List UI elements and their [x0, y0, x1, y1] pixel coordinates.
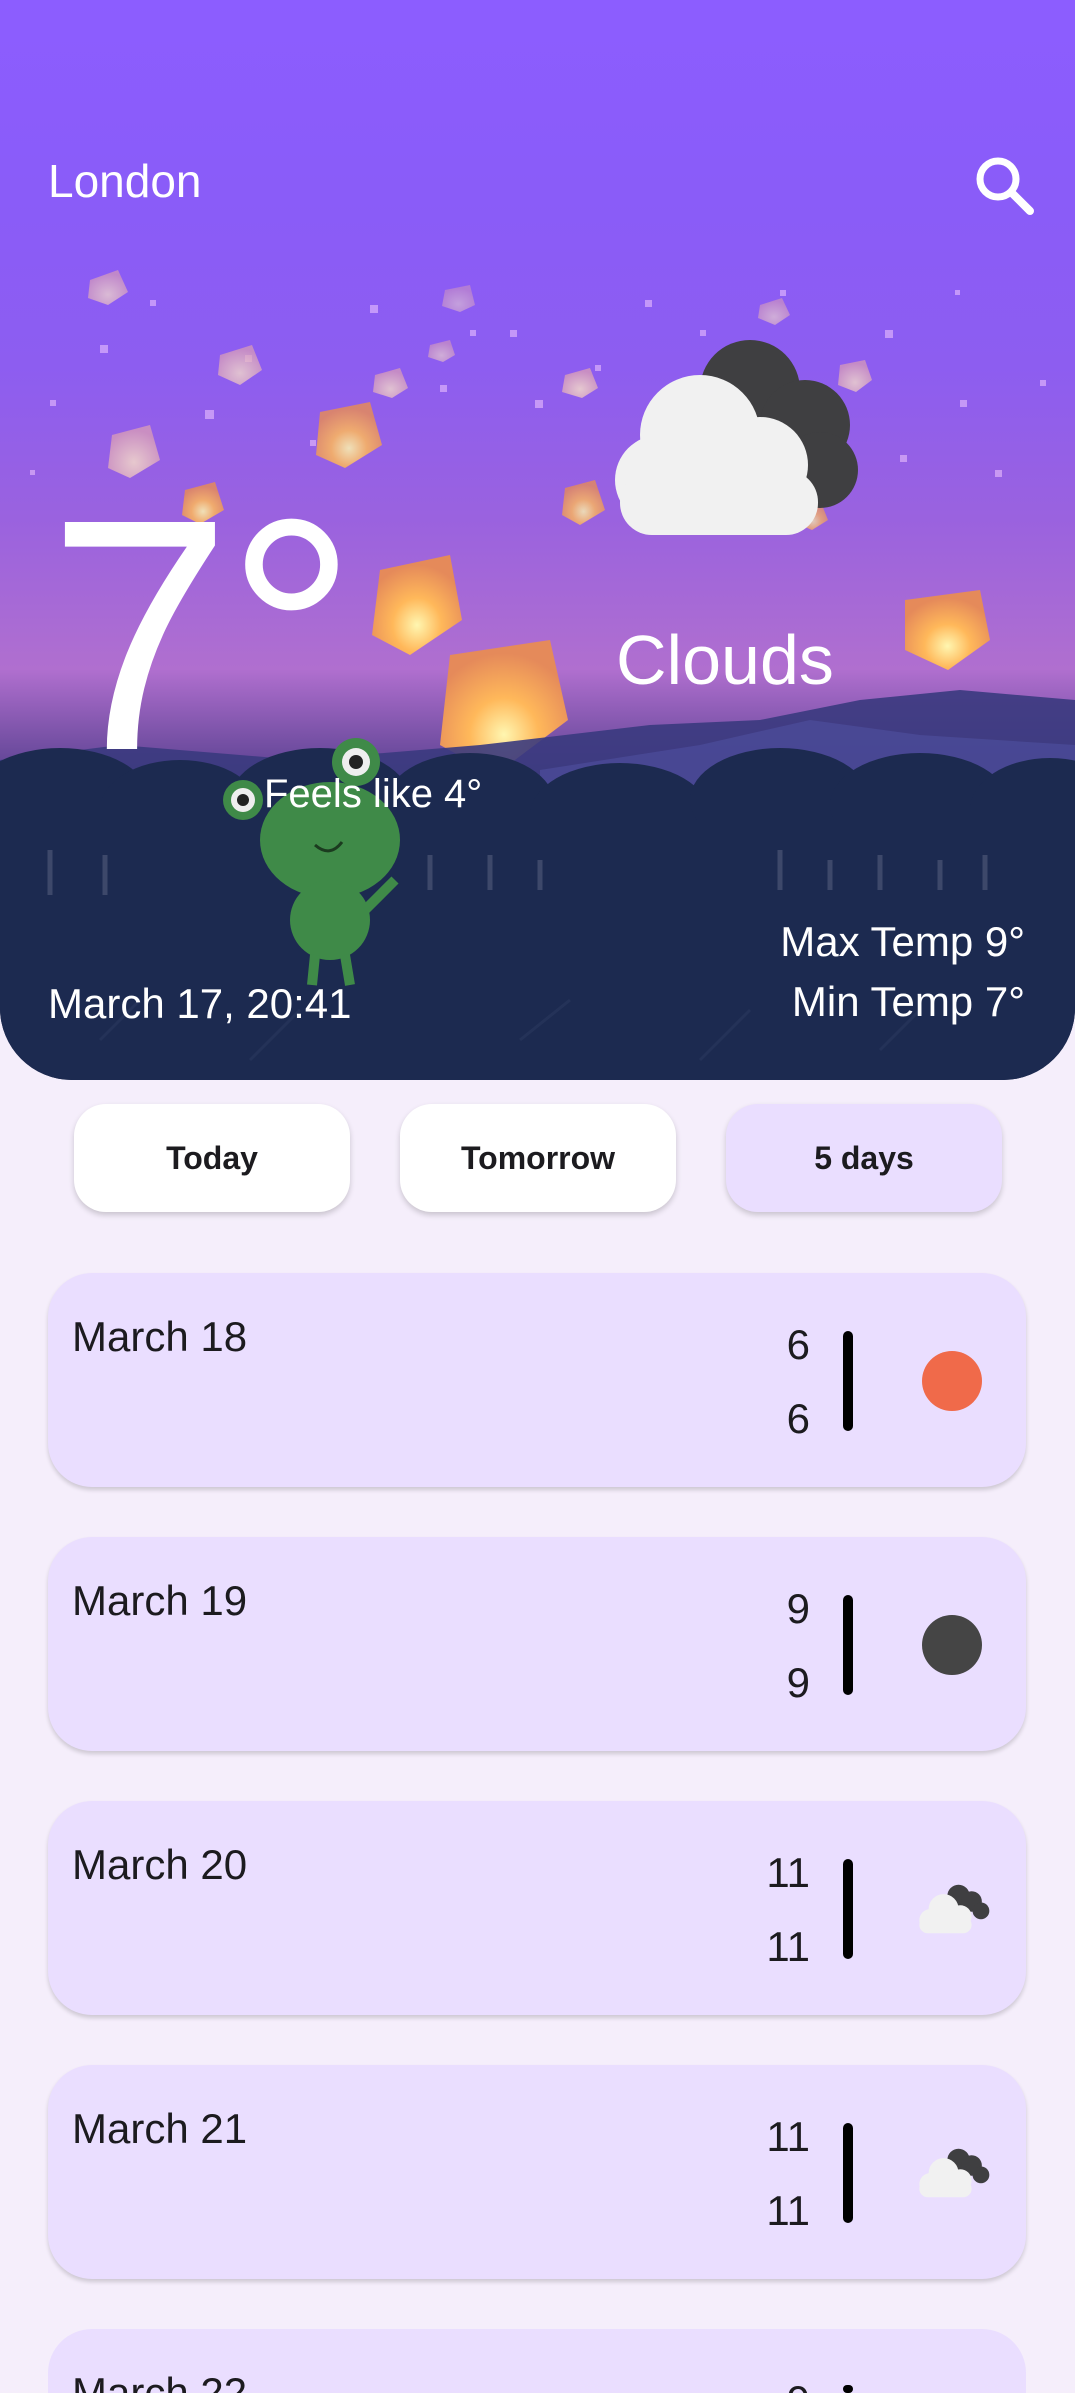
forecast-max-temp: 6 — [786, 1321, 810, 1368]
forecast-min-temp: 9 — [786, 1659, 810, 1706]
forecast-min-temp: 11 — [766, 1923, 810, 1970]
forecast-min-temp: 11 — [766, 2187, 810, 2234]
dark-dot-icon — [910, 1603, 994, 1687]
feels-like-text: Feels like 4° — [264, 772, 483, 816]
forecast-card-march-21[interactable]: March 21 11 11 — [48, 2065, 1026, 2279]
forecast-max-temp: 9 — [786, 1585, 810, 1632]
tab-5-days[interactable]: 5 days — [726, 1104, 1002, 1212]
cloud-icon — [600, 330, 860, 555]
forecast-card-march-19[interactable]: March 19 9 9 — [48, 1537, 1026, 1751]
forecast-card-march-18[interactable]: March 18 6 6 — [48, 1273, 1026, 1487]
temp-range-bar — [843, 2123, 853, 2223]
cloud-icon — [910, 1867, 994, 1951]
forecast-tabs: Today Tomorrow 5 days — [0, 1104, 1075, 1212]
forecast-date: March 21 — [72, 2105, 248, 2152]
temp-range-bar — [843, 1595, 853, 1695]
min-temp: Min Temp 7° — [791, 978, 1025, 1025]
forecast-card-march-22[interactable]: March 22 9 — [48, 2329, 1026, 2393]
weather-hero: London 7° Feels like 4° Clouds Max Temp … — [0, 0, 1075, 1080]
forecast-date: March 22 — [72, 2369, 248, 2393]
forecast-max-temp: 11 — [766, 1849, 810, 1896]
sun-dot-icon — [910, 1339, 994, 1423]
forecast-date: March 20 — [72, 1841, 248, 1888]
forecast-date: March 19 — [72, 1577, 248, 1624]
forecast-card-march-20[interactable]: March 20 11 11 — [48, 1801, 1026, 2015]
tab-tomorrow[interactable]: Tomorrow — [400, 1104, 676, 1212]
tab-today[interactable]: Today — [74, 1104, 350, 1212]
temp-range-bar — [843, 1331, 853, 1431]
forecast-max-temp: 9 — [787, 2377, 810, 2393]
search-icon — [976, 157, 1034, 215]
forecast-min-temp: 6 — [786, 1395, 810, 1442]
city-name[interactable]: London — [48, 154, 202, 208]
current-datetime: March 17, 20:41 — [48, 980, 352, 1027]
forecast-max-temp: 11 — [766, 2113, 810, 2160]
current-temperature: 7° — [48, 450, 357, 819]
weather-condition: Clouds — [616, 621, 834, 699]
temp-range-bar — [843, 1859, 853, 1959]
search-button[interactable] — [967, 148, 1041, 222]
forecast-date: March 18 — [72, 1313, 248, 1360]
max-temp: Max Temp 9° — [780, 918, 1025, 965]
cloud-icon — [910, 2131, 994, 2215]
temp-range-bar — [843, 2385, 853, 2393]
